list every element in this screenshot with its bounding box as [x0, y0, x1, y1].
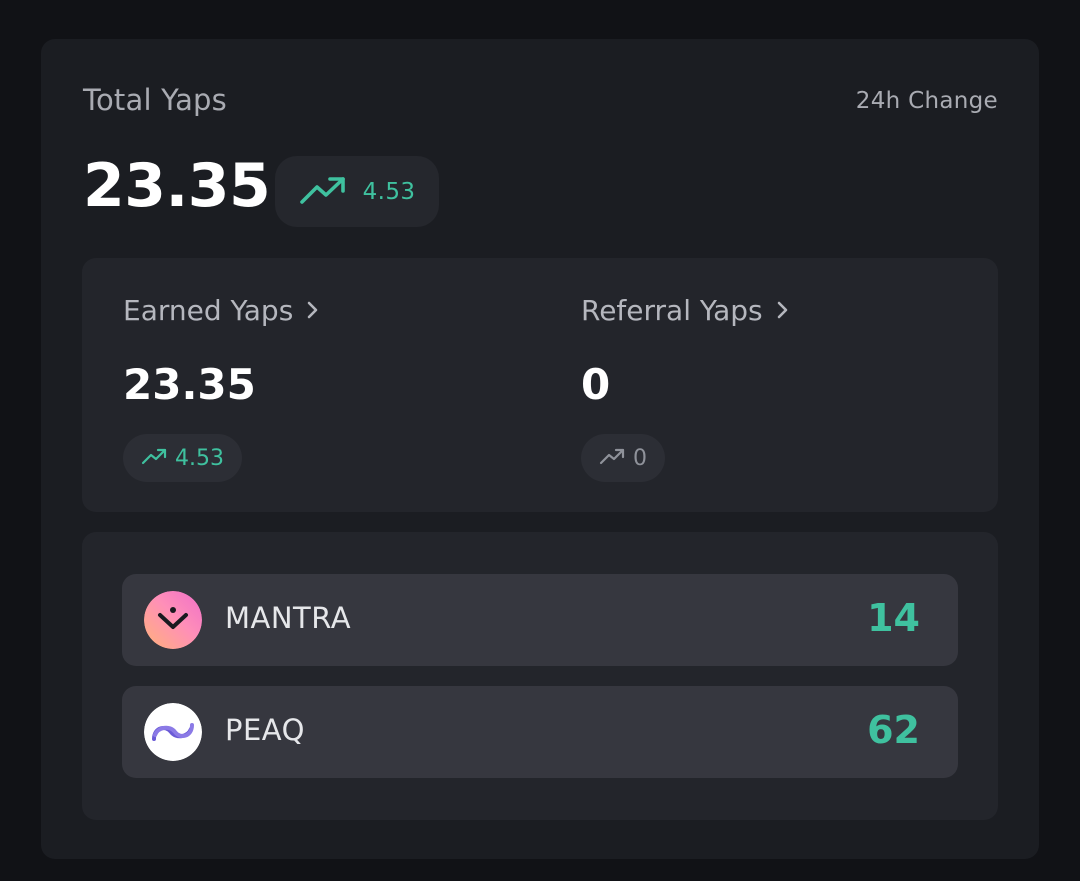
trend-up-icon — [299, 175, 347, 209]
project-name: MANTRA — [225, 601, 352, 635]
earned-yaps-label: Earned Yaps — [123, 294, 294, 327]
peaq-logo-icon — [144, 703, 202, 761]
total-yaps-value: 23.35 — [83, 151, 271, 221]
chevron-right-icon — [307, 294, 319, 327]
trend-up-icon — [141, 447, 167, 469]
project-yaps-value: 62 — [867, 708, 920, 752]
referral-yaps-label: Referral Yaps — [581, 294, 763, 327]
list-item[interactable]: MANTRA 14 — [122, 574, 958, 666]
earned-yaps-link[interactable]: Earned Yaps — [123, 294, 319, 327]
yaps-breakdown: Earned Yaps 23.35 4.53 Referral Yaps 0 0 — [82, 258, 998, 512]
project-yaps-value: 14 — [867, 596, 920, 640]
trend-up-icon — [599, 447, 625, 469]
referral-change-value: 0 — [633, 445, 647, 471]
earned-change-badge: 4.53 — [123, 434, 242, 482]
referral-yaps-value: 0 — [581, 360, 611, 409]
change-period-label: 24h Change — [855, 88, 998, 114]
chevron-right-icon — [777, 294, 789, 327]
total-change-badge: 4.53 — [275, 156, 439, 227]
referral-change-badge: 0 — [581, 434, 665, 482]
project-name: PEAQ — [225, 713, 305, 747]
total-change-value: 4.53 — [362, 178, 416, 205]
mantra-logo-icon — [144, 591, 202, 649]
earned-change-value: 4.53 — [175, 445, 224, 471]
list-item[interactable]: PEAQ 62 — [122, 686, 958, 778]
total-yaps-card: Total Yaps 24h Change 23.35 4.53 Earned … — [41, 39, 1039, 859]
card-title: Total Yaps — [83, 83, 227, 117]
referral-yaps-link[interactable]: Referral Yaps — [581, 294, 789, 327]
earned-yaps-value: 23.35 — [123, 360, 256, 409]
project-yaps-list: MANTRA 14 PEAQ 62 — [82, 532, 998, 820]
